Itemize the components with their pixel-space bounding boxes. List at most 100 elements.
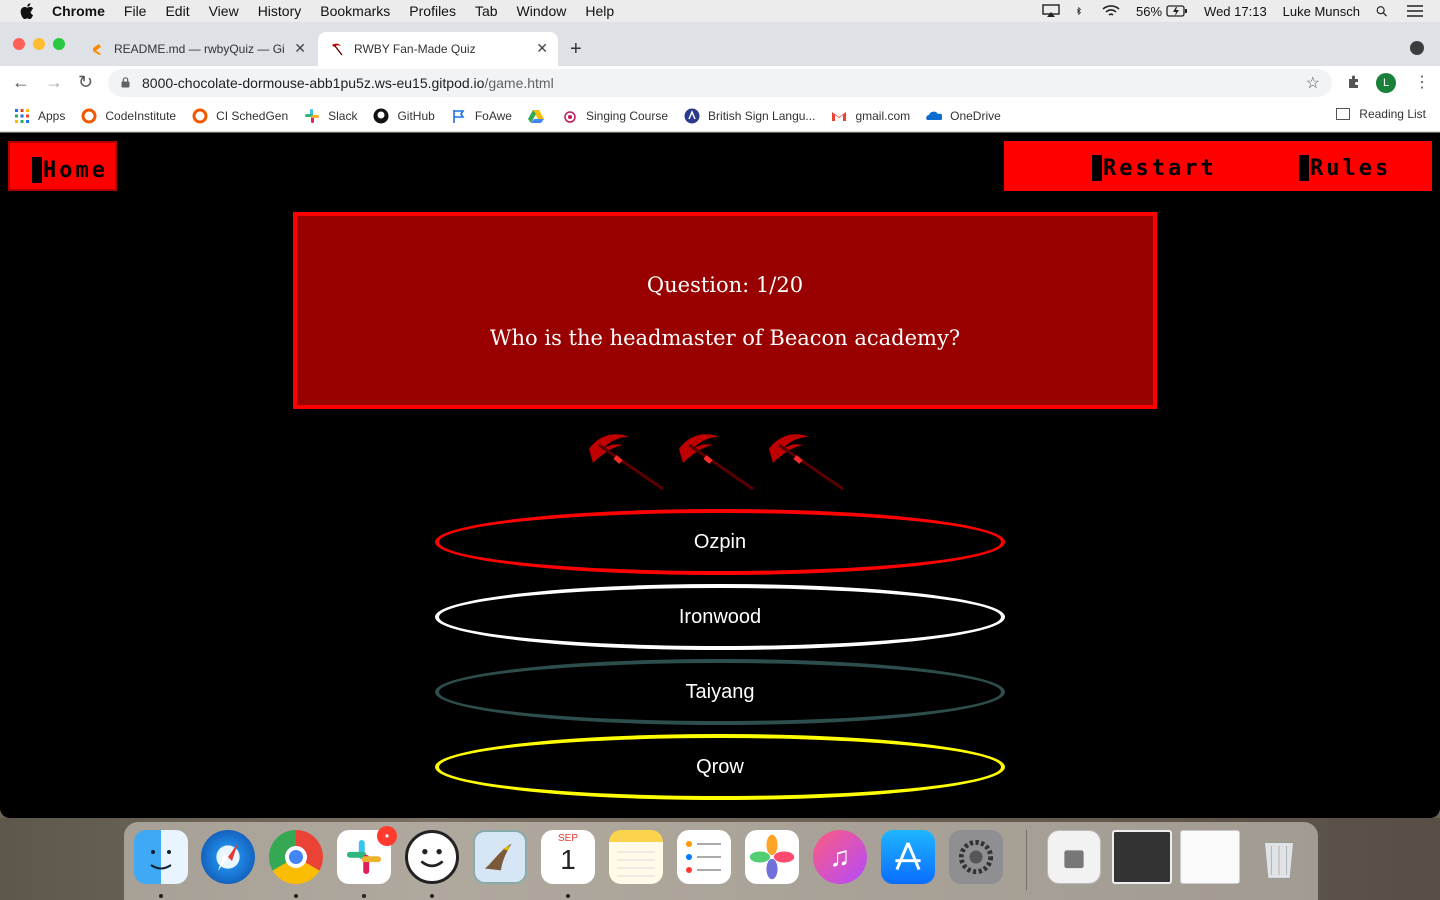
battery-icon[interactable] bbox=[1166, 4, 1188, 18]
flag-icon bbox=[453, 109, 465, 123]
menu-file[interactable]: File bbox=[124, 3, 147, 19]
tab-search-icon[interactable] bbox=[1410, 41, 1424, 55]
back-arrow-icon[interactable]: ← bbox=[12, 72, 30, 93]
lock-icon[interactable] bbox=[121, 77, 130, 88]
question-box: Question: 1/20 Who is the headmaster of … bbox=[293, 212, 1157, 409]
cursor-block bbox=[32, 157, 42, 183]
chrome-toolbar: ← → ↻ 8000-chocolate-dormouse-abb1pu5z.w… bbox=[0, 66, 1440, 100]
menu-view[interactable]: View bbox=[209, 3, 239, 19]
answer-button-4[interactable]: Qrow bbox=[435, 734, 1005, 800]
tab-close-icon[interactable]: ✕ bbox=[536, 40, 548, 57]
app-store-icon[interactable] bbox=[881, 830, 935, 884]
spotlight-search-icon[interactable] bbox=[1376, 4, 1390, 18]
window-zoom-button[interactable] bbox=[53, 38, 65, 50]
question-counter: Question: 1/20 bbox=[646, 273, 804, 297]
bookmark-label: Singing Course bbox=[585, 108, 669, 123]
bookmark-codeinstitute[interactable]: CodeInstitute bbox=[81, 106, 176, 126]
screenshot-icon[interactable] bbox=[1180, 830, 1240, 884]
tab-readme[interactable]: README.md — rwbyQuiz — Gi ✕ bbox=[78, 32, 316, 66]
bookmark-bsl[interactable]: British Sign Langu... bbox=[684, 106, 815, 126]
control-center-icon[interactable] bbox=[1406, 4, 1424, 18]
reload-icon[interactable]: ↻ bbox=[78, 72, 93, 93]
running-indicator bbox=[430, 894, 434, 898]
calendar-icon[interactable]: SEP 1 bbox=[541, 830, 595, 884]
bookmark-gmail[interactable]: gmail.com bbox=[831, 106, 910, 126]
cursor-block bbox=[1092, 155, 1102, 181]
music-icon[interactable]: ♫ bbox=[813, 830, 867, 884]
menu-history[interactable]: History bbox=[258, 3, 302, 19]
chrome-icon[interactable] bbox=[269, 830, 323, 884]
safari-icon[interactable] bbox=[201, 830, 255, 884]
scythe-life-icon bbox=[589, 434, 664, 491]
restart-link[interactable]: Restart bbox=[1092, 155, 1217, 181]
notes-icon[interactable] bbox=[609, 830, 663, 884]
window-minimize-button[interactable] bbox=[33, 38, 45, 50]
menu-edit[interactable]: Edit bbox=[165, 3, 189, 19]
tab-title: RWBY Fan-Made Quiz bbox=[354, 42, 476, 56]
bookmark-label: British Sign Langu... bbox=[708, 108, 816, 123]
calendar-month: SEP bbox=[557, 833, 578, 844]
apple-icon[interactable] bbox=[20, 3, 34, 19]
answer-label: Taiyang bbox=[685, 680, 755, 703]
slack-icon[interactable]: • bbox=[337, 826, 397, 884]
face-icon[interactable] bbox=[405, 830, 459, 884]
bookmark-ci-schedgen[interactable]: CI SchedGen bbox=[192, 106, 288, 126]
trash-icon[interactable] bbox=[1252, 830, 1306, 884]
reading-list-label: Reading List bbox=[1359, 107, 1426, 121]
bookmark-apps[interactable]: Apps bbox=[14, 106, 65, 126]
wifi-icon[interactable] bbox=[1102, 4, 1120, 18]
onedrive-icon bbox=[926, 111, 943, 120]
reading-list-button[interactable]: Reading List bbox=[1336, 107, 1426, 121]
rules-link[interactable]: Rules bbox=[1299, 155, 1391, 181]
bookmark-star-icon[interactable]: ☆ bbox=[1306, 73, 1320, 93]
bookmark-onedrive[interactable]: OneDrive bbox=[926, 106, 1001, 126]
codeinstitute-icon bbox=[192, 108, 208, 123]
answer-button-2[interactable]: Ironwood bbox=[435, 584, 1005, 650]
answer-button-1[interactable]: Ozpin bbox=[435, 509, 1005, 575]
menu-app-name[interactable]: Chrome bbox=[52, 3, 105, 19]
bluetooth-icon[interactable] bbox=[1076, 4, 1086, 18]
photos-icon[interactable] bbox=[745, 830, 799, 884]
bookmark-github[interactable]: GitHub bbox=[373, 106, 435, 126]
chrome-center-dot bbox=[285, 846, 307, 868]
extensions-puzzle-icon[interactable] bbox=[1346, 74, 1362, 90]
window-close-button[interactable] bbox=[13, 38, 25, 50]
tab-rwby-quiz[interactable]: RWBY Fan-Made Quiz ✕ bbox=[318, 32, 558, 66]
address-bar[interactable]: 8000-chocolate-dormouse-abb1pu5z.ws-eu15… bbox=[108, 69, 1332, 97]
menubar-user[interactable]: Luke Munsch bbox=[1283, 4, 1360, 19]
running-indicator bbox=[159, 894, 163, 898]
reminders-icon[interactable] bbox=[677, 830, 731, 884]
menu-window[interactable]: Window bbox=[517, 3, 567, 19]
home-link[interactable]: Home bbox=[32, 157, 108, 183]
menu-help[interactable]: Help bbox=[585, 3, 614, 19]
bookmark-singing-course[interactable]: Singing Course bbox=[562, 106, 668, 126]
answer-button-3[interactable]: Taiyang bbox=[435, 659, 1005, 725]
system-preferences-icon[interactable] bbox=[949, 830, 1003, 884]
airplay-icon[interactable] bbox=[1042, 4, 1060, 18]
answer-label: Qrow bbox=[696, 755, 744, 778]
home-link-label: Home bbox=[43, 157, 108, 183]
chrome-menu-icon[interactable]: ⋮ bbox=[1414, 72, 1430, 92]
menu-tab[interactable]: Tab bbox=[475, 3, 498, 19]
screenshot-icon[interactable] bbox=[1112, 830, 1172, 884]
menubar-clock[interactable]: Wed 17:13 bbox=[1204, 4, 1267, 19]
bookmark-google-drive[interactable] bbox=[527, 106, 548, 126]
bookmark-label: CodeInstitute bbox=[105, 108, 177, 123]
bookmark-foawe[interactable]: FoAwe bbox=[451, 106, 512, 126]
cursor-block bbox=[1299, 155, 1309, 181]
page-viewport: Home Restart Rules Question: 1/20 Who is… bbox=[0, 133, 1440, 818]
finder-icon[interactable] bbox=[134, 830, 188, 884]
running-indicator bbox=[566, 894, 570, 898]
mail-icon[interactable] bbox=[473, 830, 527, 884]
calendar-day: 1 bbox=[560, 844, 576, 875]
bookmark-slack[interactable]: Slack bbox=[304, 106, 357, 126]
forward-arrow-icon[interactable]: → bbox=[45, 72, 63, 93]
menu-bookmarks[interactable]: Bookmarks bbox=[320, 3, 390, 19]
scythe-life-icon bbox=[769, 434, 844, 491]
menu-profiles[interactable]: Profiles bbox=[409, 3, 456, 19]
tab-close-icon[interactable]: ✕ bbox=[294, 40, 306, 57]
bsl-icon bbox=[684, 108, 700, 123]
downloads-icon[interactable] bbox=[1047, 830, 1101, 884]
new-tab-plus-icon[interactable]: + bbox=[570, 38, 582, 61]
profile-avatar[interactable]: L bbox=[1376, 73, 1396, 93]
